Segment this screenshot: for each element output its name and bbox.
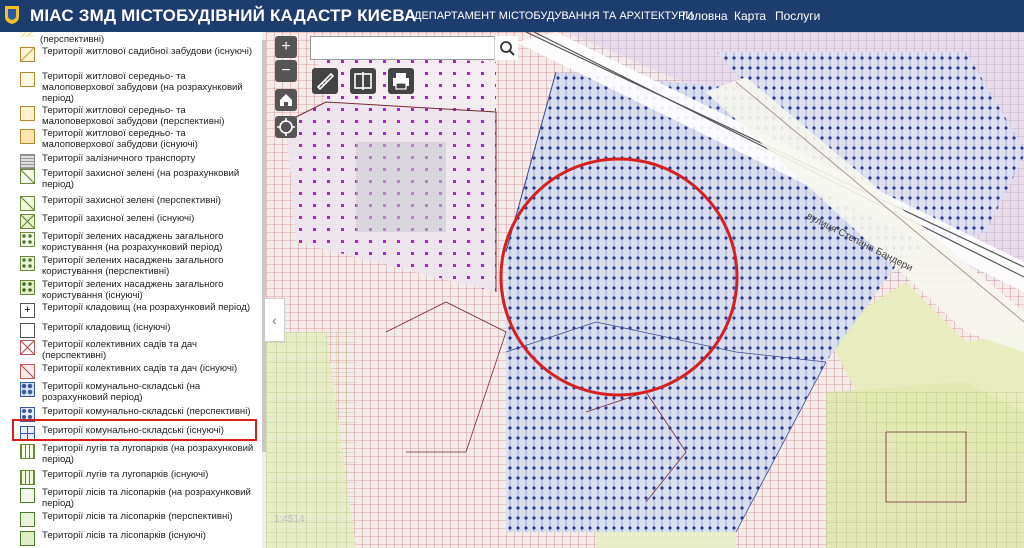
legend-item: Території лісів та лісопарків (перспекти…	[20, 511, 260, 527]
swatch-icon	[20, 382, 35, 397]
swatch-icon	[20, 72, 35, 87]
legend-item: Території залізничного транспорту	[20, 153, 260, 169]
swatch-icon	[20, 256, 35, 271]
collapse-panel-button[interactable]: ‹	[265, 298, 285, 342]
measure-icon	[316, 72, 335, 91]
compare-icon	[354, 72, 372, 90]
legend-item: Території колективних садів та дач (перс…	[20, 339, 260, 361]
legend-item: + Території кладовищ (на розрахунковий п…	[20, 302, 260, 318]
map-search-input[interactable]	[310, 36, 518, 60]
swatch-icon	[20, 488, 35, 503]
legend-item: Території комунально-складські (на розра…	[20, 381, 260, 403]
cross-icon: +	[20, 303, 35, 318]
swatch-icon	[20, 512, 35, 527]
legend-item: Території лісів та лісопарків (на розрах…	[20, 487, 260, 509]
legend-item: Території кладовищ (існуючі)	[20, 322, 260, 338]
swatch-icon	[20, 169, 35, 184]
search-icon	[500, 41, 515, 56]
measure-button[interactable]	[312, 68, 338, 94]
map-search-button[interactable]	[494, 36, 518, 60]
swatch-icon	[20, 444, 35, 459]
chevron-left-icon: ‹	[272, 312, 277, 328]
nav-home[interactable]: Головна	[682, 9, 728, 23]
legend-item: Території зелених насаджень загального к…	[20, 255, 260, 277]
legend-item: (перспективні)	[20, 32, 260, 45]
legend-item: Території лугів та лугопарків (існуючі)	[20, 469, 260, 485]
legend-item: Території зелених насаджень загального к…	[20, 231, 260, 253]
locate-icon	[277, 118, 295, 136]
department-link[interactable]: ДЕПАРТАМЕНТ МІСТОБУДУВАННЯ ТА АРХІТЕКТУР…	[414, 10, 693, 22]
map-view[interactable]: вулиця Степана Бандери 1:4514	[266, 32, 1024, 548]
highlight-box	[12, 419, 257, 441]
print-button[interactable]	[388, 68, 414, 94]
legend-item: Території житлової середньо- та малопове…	[20, 128, 260, 150]
home-button[interactable]	[275, 89, 297, 111]
top-bar: МІАС ЗМД МІСТОБУДІВНИЙ КАДАСТР КИЄВА ДЕП…	[0, 0, 1024, 32]
locate-button[interactable]	[275, 116, 297, 138]
legend-item: Території захисної зелені (існуючі)	[20, 213, 260, 229]
swatch-icon	[20, 470, 35, 485]
legend-item: Території житлової садибної забудови (іс…	[20, 46, 260, 62]
legend-panel: (перспективні) Території житлової садибн…	[0, 32, 264, 548]
swatch-icon	[20, 154, 35, 169]
kyiv-logo-icon	[5, 6, 19, 24]
nav-services[interactable]: Послуги	[775, 9, 820, 23]
map-canvas[interactable]: вулиця Степана Бандери 1:4514	[266, 32, 1024, 548]
swatch-icon	[20, 323, 35, 338]
legend-item: Території колективних садів та дач (існу…	[20, 363, 260, 379]
swatch-icon	[20, 364, 35, 379]
swatch-icon	[20, 340, 35, 355]
swatch-icon	[20, 280, 35, 295]
legend-item: Території житлової середньо- та малопове…	[20, 71, 260, 104]
app-title: МІАС ЗМД МІСТОБУДІВНИЙ КАДАСТР КИЄВА	[30, 6, 417, 25]
zoom-out-button[interactable]: −	[275, 60, 297, 82]
swatch-icon	[20, 196, 35, 211]
compare-button[interactable]	[350, 68, 376, 94]
swatch-icon	[20, 106, 35, 121]
legend-item: Території лісів та лісопарків (існуючі)	[20, 530, 260, 546]
legend-item: Території житлової середньо- та малопове…	[20, 105, 260, 127]
swatch-icon	[20, 32, 33, 37]
legend-item: Території захисної зелені (на розрахунко…	[20, 168, 260, 190]
zoom-in-button[interactable]: +	[275, 36, 297, 58]
print-icon	[393, 73, 409, 90]
legend-item: Території захисної зелені (перспективні)	[20, 195, 260, 211]
home-icon	[280, 94, 292, 106]
scale-text: 1:4514	[274, 514, 305, 525]
swatch-icon	[20, 531, 35, 546]
legend-item: Території лугів та лугопарків (на розрах…	[20, 443, 260, 465]
nav-map[interactable]: Карта	[734, 9, 766, 23]
swatch-icon	[20, 232, 35, 247]
swatch-icon	[20, 214, 35, 229]
legend-item: Території зелених насаджень загального к…	[20, 279, 260, 301]
swatch-icon	[20, 47, 35, 62]
swatch-icon	[20, 129, 35, 144]
